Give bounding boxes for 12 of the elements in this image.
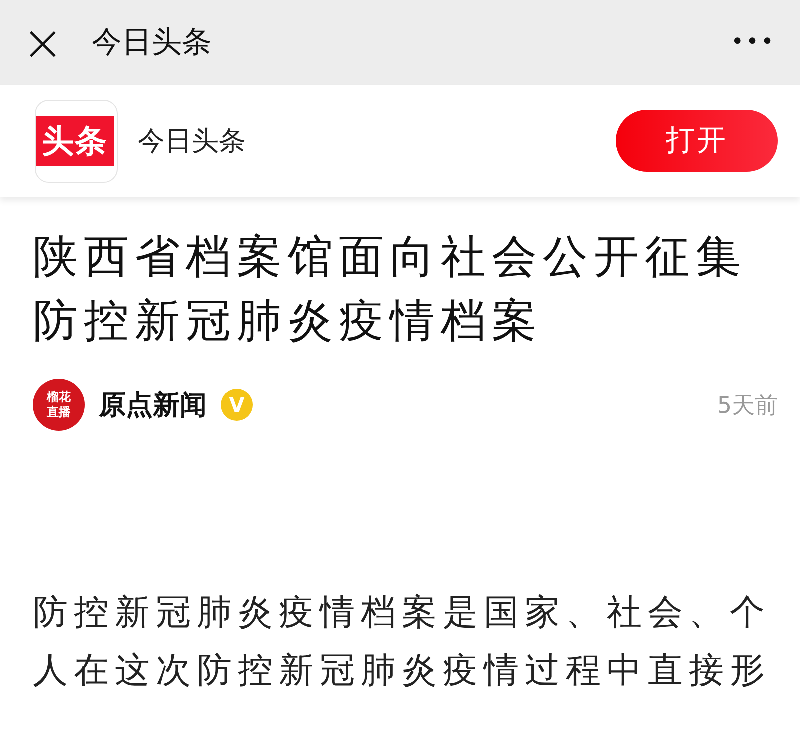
post-time: 5天前 bbox=[717, 392, 778, 420]
article-title: 陕西省档案馆面向社会公开征集防控新冠肺炎疫情档案 bbox=[33, 229, 748, 349]
more-menu-icon[interactable]: ••• bbox=[731, 30, 776, 55]
verified-badge-icon: V bbox=[221, 389, 253, 421]
logo-text: 头条 bbox=[36, 116, 114, 166]
window-title: 今日头条 bbox=[92, 24, 213, 62]
author-name[interactable]: 原点新闻 bbox=[99, 387, 207, 423]
open-button[interactable]: 打开 bbox=[616, 110, 778, 172]
article-paragraph: 防控新冠肺炎疫情档案是国家、社会、个人在这次防控新冠肺炎疫情过程中直接形 bbox=[33, 592, 772, 693]
close-icon[interactable]: × bbox=[22, 22, 64, 62]
author-avatar[interactable]: 榴花直播 bbox=[33, 379, 85, 431]
app-name: 今日头条 bbox=[138, 125, 247, 159]
